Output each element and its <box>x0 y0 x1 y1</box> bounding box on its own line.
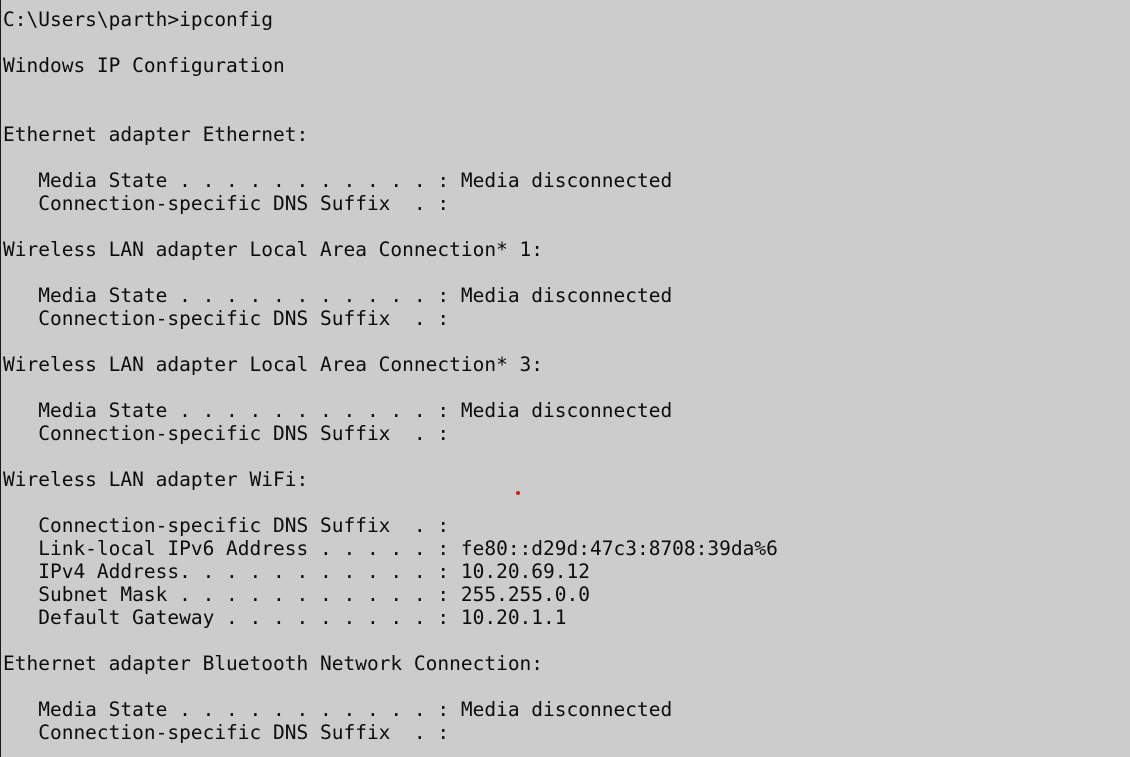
adapter-header-lac3: Wireless LAN adapter Local Area Connecti… <box>3 353 544 376</box>
ipv6-address-line: Link-local IPv6 Address . . . . . : fe80… <box>3 537 778 560</box>
dns-suffix-line: Connection-specific DNS Suffix . : <box>3 422 450 445</box>
media-state-line: Media State . . . . . . . . . . . : Medi… <box>3 698 673 721</box>
default-gateway-line: Default Gateway . . . . . . . . . : 10.2… <box>3 606 567 629</box>
dns-suffix-line: Connection-specific DNS Suffix . : <box>3 192 450 215</box>
dns-suffix-line: Connection-specific DNS Suffix . : <box>3 514 450 537</box>
media-state-line: Media State . . . . . . . . . . . : Medi… <box>3 399 673 422</box>
pointer-dot <box>516 491 520 495</box>
command-prompt-line: C:\Users\parth>ipconfig <box>3 8 274 31</box>
adapter-header-bluetooth: Ethernet adapter Bluetooth Network Conne… <box>3 652 544 675</box>
ipv4-address-line: IPv4 Address. . . . . . . . . . . : 10.2… <box>3 560 590 583</box>
terminal-window[interactable]: C:\Users\parth>ipconfig Windows IP Confi… <box>0 0 1130 757</box>
adapter-header-wifi: Wireless LAN adapter WiFi: <box>3 468 309 491</box>
dns-suffix-line: Connection-specific DNS Suffix . : <box>3 721 450 744</box>
subnet-mask-line: Subnet Mask . . . . . . . . . . . : 255.… <box>3 583 590 606</box>
output-title: Windows IP Configuration <box>3 54 285 77</box>
media-state-line: Media State . . . . . . . . . . . : Medi… <box>3 284 673 307</box>
media-state-line: Media State . . . . . . . . . . . : Medi… <box>3 169 673 192</box>
adapter-header-lac1: Wireless LAN adapter Local Area Connecti… <box>3 238 544 261</box>
dns-suffix-line: Connection-specific DNS Suffix . : <box>3 307 450 330</box>
adapter-header-ethernet: Ethernet adapter Ethernet: <box>3 123 309 146</box>
